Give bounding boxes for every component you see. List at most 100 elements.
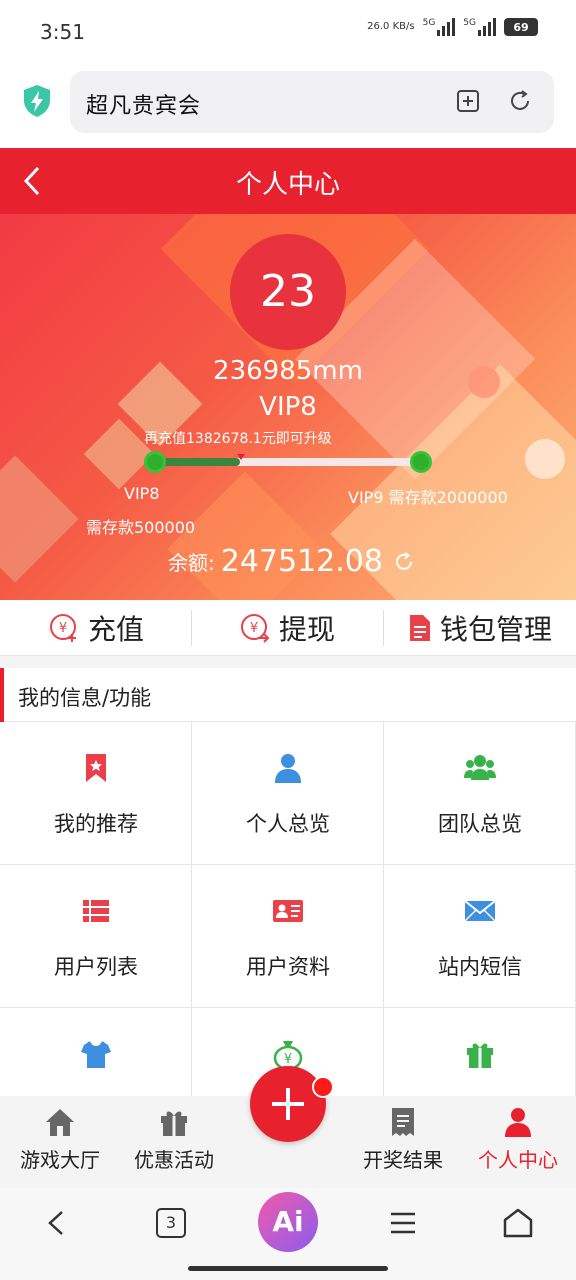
vip-progress-fill	[154, 458, 240, 466]
level-number: 23	[260, 266, 316, 317]
system-nav: 3 Ai	[0, 1188, 576, 1280]
center-plus-button[interactable]	[250, 1066, 326, 1142]
battery-icon: 69	[504, 18, 538, 36]
ai-label: Ai	[272, 1205, 304, 1238]
grid-item-personal-overview[interactable]: 个人总览	[192, 722, 384, 865]
deposit-icon: ¥	[50, 614, 76, 642]
grid-item-team-overview[interactable]: 团队总览	[384, 722, 576, 865]
grid-item-user-profile[interactable]: 用户资料	[192, 865, 384, 1008]
menu-icon[interactable]	[386, 1206, 420, 1240]
withdraw-label: 提现	[279, 613, 336, 646]
back-icon[interactable]	[40, 1206, 74, 1240]
balance-amount: 247512.08	[220, 544, 383, 579]
nav-label: 游戏大厅	[20, 1148, 100, 1172]
withdraw-icon: ¥	[241, 614, 270, 643]
page-header: 个人中心	[0, 148, 576, 214]
next-level: VIP9 需存款2000000	[348, 488, 508, 507]
refresh-icon[interactable]	[393, 551, 415, 573]
user-icon	[275, 754, 301, 783]
plus-icon	[272, 1088, 304, 1120]
wallet-manage-label: 钱包管理	[440, 613, 553, 646]
divider	[191, 610, 192, 646]
signal-bars-icon	[478, 18, 496, 36]
progress-marker-icon	[237, 454, 245, 460]
nav-promotions[interactable]: 优惠活动	[114, 1096, 234, 1188]
tabs-button[interactable]: 3	[156, 1208, 186, 1238]
svg-text:¥: ¥	[59, 621, 67, 636]
vip-level: VIP8	[259, 392, 317, 422]
nav-game-hall[interactable]: 游戏大厅	[0, 1096, 120, 1188]
balance-label: 余额:	[168, 551, 215, 575]
section-accent-bar	[0, 668, 4, 722]
tab-count: 3	[165, 1213, 177, 1232]
status-bar: 3:51 26.0 KB/s 5G 5G 69	[0, 0, 576, 64]
envelope-icon	[464, 900, 496, 922]
home-outline-icon[interactable]	[501, 1206, 535, 1240]
deposit-label: 充值	[88, 613, 145, 646]
status-time: 3:51	[40, 20, 85, 44]
username: 236985mm	[213, 356, 363, 386]
signal-bars-icon	[437, 18, 456, 36]
person-icon	[505, 1108, 531, 1137]
grid-item-label: 用户资料	[246, 955, 330, 979]
upgrade-note: 再充值1382678.1元即可升级	[144, 431, 332, 447]
grid-item-label: 团队总览	[438, 812, 522, 836]
balance: 余额: 247512.08	[168, 544, 415, 579]
current-level: VIP8	[124, 484, 160, 503]
nav-personal-center[interactable]: 个人中心	[458, 1096, 576, 1188]
deposit-button[interactable]: ¥ 充值	[48, 600, 144, 656]
url-title[interactable]: 超凡贵宾会	[86, 88, 201, 120]
net1-label: 5G	[422, 18, 436, 28]
nav-lottery-results[interactable]: 开奖结果	[343, 1096, 463, 1188]
notification-badge	[312, 1076, 334, 1098]
battery-level: 69	[513, 20, 529, 34]
gift-icon	[161, 1111, 187, 1136]
page-title: 个人中心	[235, 170, 340, 200]
grid-item-label: 用户列表	[54, 955, 138, 979]
grid-item-label: 我的推荐	[54, 812, 138, 836]
signal-2: 5G	[463, 18, 496, 36]
receipt-icon	[392, 1108, 414, 1136]
section-header: 我的信息/功能	[0, 668, 576, 722]
wallet-doc-icon	[410, 615, 430, 641]
net2-label: 5G	[463, 18, 476, 28]
net-speed: 26.0 KB/s	[367, 22, 414, 32]
current-requirement: 需存款500000	[86, 518, 196, 537]
grid-item-label: 站内短信	[438, 955, 522, 979]
svg-text:¥: ¥	[250, 621, 258, 636]
section-title: 我的信息/功能	[18, 686, 152, 710]
add-tab-icon[interactable]	[455, 88, 481, 114]
withdraw-button[interactable]: ¥ 提现	[239, 600, 335, 656]
tshirt-icon	[81, 1041, 111, 1068]
list-icon	[83, 900, 109, 922]
grid-item-label: 个人总览	[246, 812, 330, 836]
divider	[383, 610, 384, 646]
signal-1: 5G	[423, 18, 456, 36]
progress-end-dot	[410, 451, 432, 473]
bookmark-star-icon	[86, 754, 106, 782]
nav-label: 开奖结果	[363, 1148, 443, 1172]
status-indicators: 26.0 KB/s 5G 5G 69	[367, 18, 538, 36]
browser-bar: 超凡贵宾会	[0, 64, 576, 148]
nav-label: 个人中心	[478, 1148, 558, 1172]
progress-start-dot	[144, 451, 166, 473]
shield-bolt-icon[interactable]	[22, 84, 52, 118]
ai-button[interactable]: Ai	[258, 1192, 318, 1252]
decor-circle	[525, 439, 565, 479]
wallet-manage-button[interactable]: 钱包管理	[408, 600, 552, 656]
home-icon	[46, 1109, 74, 1136]
team-icon	[464, 755, 496, 780]
grid-item-user-list[interactable]: 用户列表	[0, 865, 192, 1008]
svg-text:¥: ¥	[284, 1052, 292, 1067]
grid-item-messages[interactable]: 站内短信	[384, 865, 576, 1008]
gift-icon	[467, 1043, 493, 1068]
net-speed-text: 26.0 KB/s	[367, 21, 415, 32]
id-card-icon	[273, 900, 303, 922]
decor-diamond	[0, 455, 79, 583]
profile-banner: 23 236985mm VIP8 再充值1382678.1元即可升级 VIP8 …	[0, 214, 576, 600]
refresh-icon[interactable]	[507, 88, 533, 114]
wallet-actions: ¥ 充值 ¥ 提现 钱包管理	[0, 600, 576, 656]
grid-item-my-referrals[interactable]: 我的推荐	[0, 722, 192, 865]
gesture-bar[interactable]	[188, 1266, 388, 1271]
vip-progress-track	[154, 458, 422, 466]
